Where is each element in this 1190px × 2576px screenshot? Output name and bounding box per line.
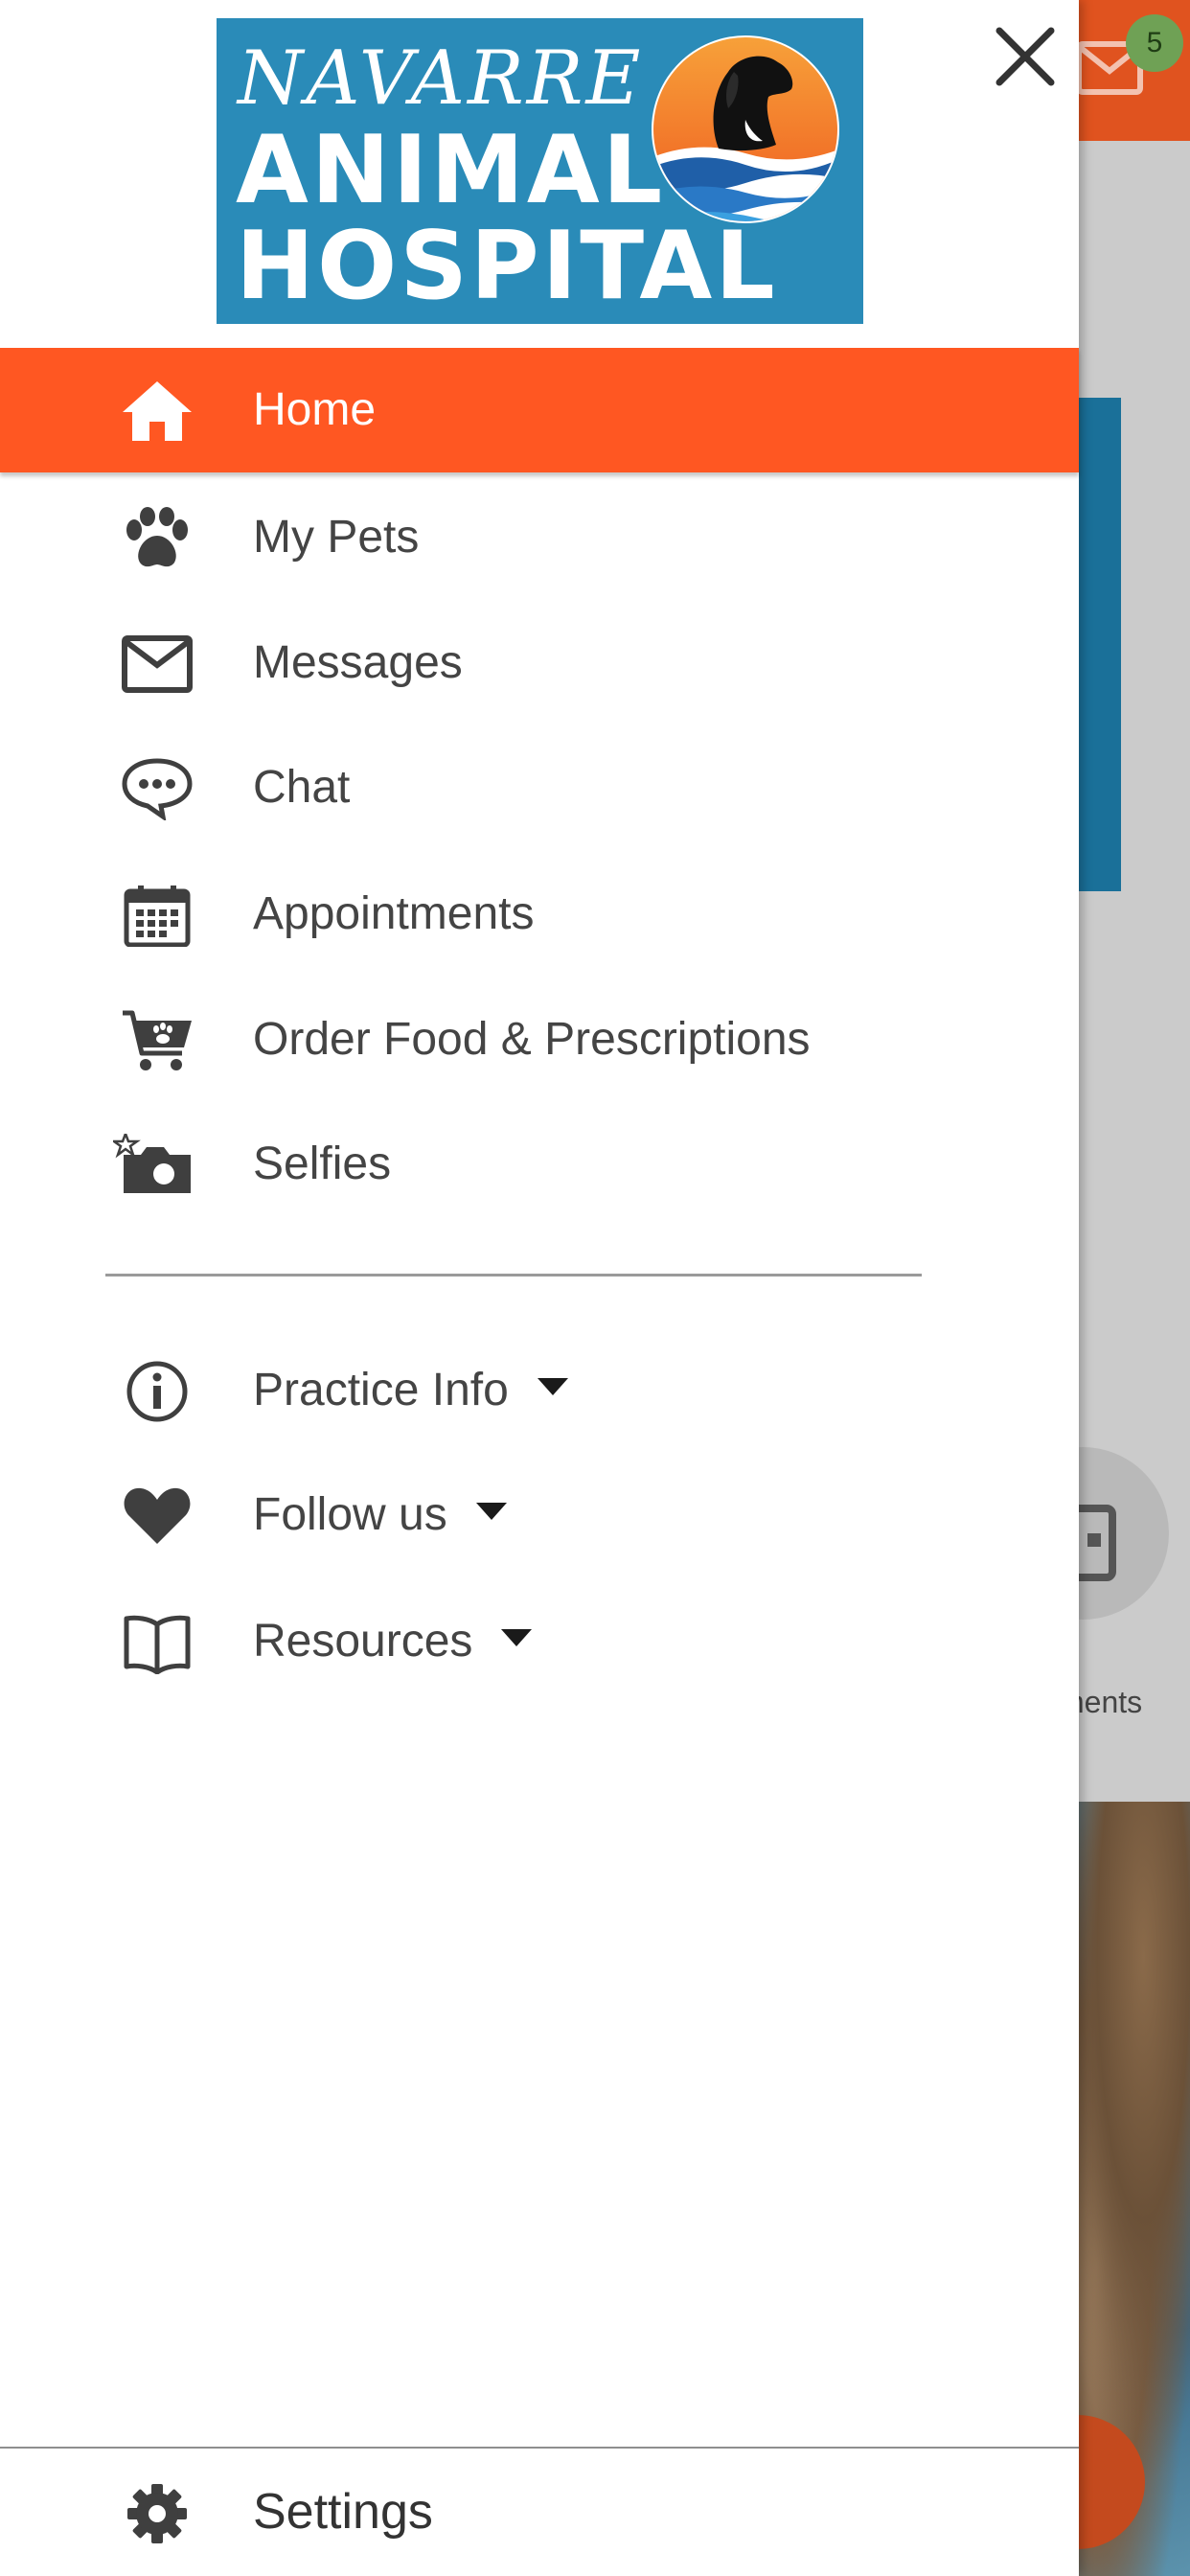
resources-text: Resources [253, 1616, 473, 1667]
unread-badge: 5 [1126, 14, 1183, 72]
menu-item-follow-us[interactable]: Follow us [0, 1453, 1079, 1577]
menu-item-selfies[interactable]: Selfies [0, 1102, 1079, 1227]
camera-icon [113, 1134, 191, 1193]
calendar-icon [124, 886, 191, 947]
menu-item-label: Appointments [253, 888, 535, 939]
menu-item-label: Follow us [253, 1453, 507, 1577]
dog-sunset-emblem [652, 35, 839, 223]
menu-item-messages[interactable]: Messages [0, 601, 1079, 725]
navigation-drawer: NAVARRE ANIMAL HOSPITAL Home My Pets Mes… [0, 0, 1079, 2576]
book-icon [124, 1615, 191, 1674]
paw-icon [126, 507, 188, 567]
menu-item-resources[interactable]: Resources [0, 1579, 1079, 1704]
menu-item-appointments[interactable]: Appointments [0, 852, 1079, 977]
menu-item-label: Settings [253, 2484, 433, 2540]
menu-item-label: Practice Info [253, 1328, 568, 1453]
dropdown-caret-icon [537, 1378, 568, 1396]
info-icon [126, 1361, 188, 1422]
hospital-logo: NAVARRE ANIMAL HOSPITAL [217, 18, 863, 324]
practice-info-text: Practice Info [253, 1365, 509, 1415]
menu-item-practice-info[interactable]: Practice Info [0, 1328, 1079, 1453]
heart-icon [124, 1487, 191, 1544]
menu-item-label: My Pets [253, 512, 420, 563]
cart-icon [123, 1010, 192, 1070]
dropdown-caret-icon [501, 1629, 533, 1647]
menu-item-order-food[interactable]: Order Food & Prescriptions [0, 978, 1079, 1102]
menu-divider [105, 1274, 922, 1276]
chat-bubble-icon [122, 758, 193, 820]
envelope-icon [122, 635, 193, 693]
menu-item-chat[interactable]: Chat [0, 725, 1079, 850]
menu-item-label: Order Food & Prescriptions [253, 1014, 811, 1065]
logo-text-line2: ANIMAL [236, 116, 666, 225]
menu-item-home[interactable]: Home [0, 348, 1079, 472]
menu-item-settings[interactable]: Settings [0, 2449, 1079, 2576]
close-icon[interactable] [992, 23, 1059, 90]
menu-item-label: Selfies [253, 1138, 392, 1189]
home-icon [123, 381, 192, 441]
dropdown-caret-icon [475, 1503, 507, 1521]
menu-item-label: Messages [253, 637, 463, 688]
menu-item-my-pets[interactable]: My Pets [0, 475, 1079, 600]
logo-text-line3: HOSPITAL [236, 212, 778, 321]
menu-item-label: Resources [253, 1579, 533, 1704]
menu-item-label: Home [253, 384, 377, 435]
follow-us-text: Follow us [253, 1489, 447, 1540]
gear-icon [127, 2484, 187, 2543]
menu-item-label: Chat [253, 762, 351, 813]
logo-text-line1: NAVARRE [238, 35, 644, 122]
